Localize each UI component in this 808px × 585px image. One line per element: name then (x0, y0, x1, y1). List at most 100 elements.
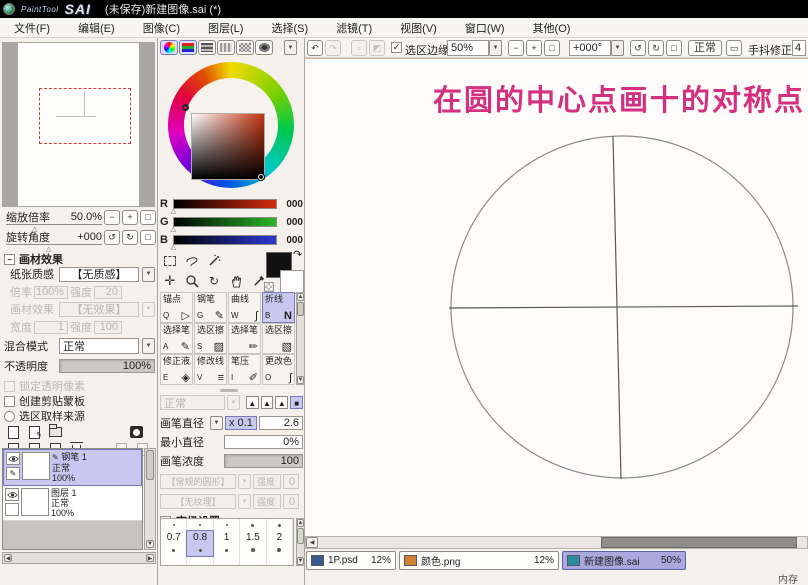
zoom-level-value[interactable]: 50% (447, 40, 489, 56)
brush-blend-mode-select[interactable]: 正常 (160, 395, 225, 410)
nav-rotate-reset-button[interactable]: □ (140, 230, 156, 245)
transparent-color-toggle[interactable] (264, 282, 274, 292)
brush-shape-strength-value[interactable]: 0 (283, 474, 299, 489)
layer-visibility-toggle[interactable] (6, 452, 20, 465)
menu-item-view[interactable]: 视图(V) (386, 18, 451, 38)
rotate-ccw-button[interactable]: ↺ (630, 40, 646, 56)
menu-item-image[interactable]: 图像(C) (129, 18, 194, 38)
canvas-viewport[interactable]: 在圆的中心点画十的对称点 (305, 58, 808, 536)
tool-curve[interactable]: 曲线W∫ (228, 292, 261, 323)
menu-item-layer[interactable]: 图层(L) (194, 18, 257, 38)
canvas-hscrollbar[interactable]: ◀ (305, 536, 808, 549)
tab-1p-psd[interactable]: 1P.psd 12% (306, 551, 396, 570)
menu-item-filter[interactable]: 滤镜(T) (322, 18, 386, 38)
layer-row-layer1[interactable]: 图层 1 正常 100% (3, 486, 142, 521)
effect-width-value[interactable]: 1 (34, 321, 68, 334)
nav-zoom-reset-button[interactable]: □ (140, 210, 156, 225)
nav-rotate-cw-button[interactable]: ↻ (122, 230, 138, 245)
size-preset-2[interactable]: 2 (267, 519, 293, 565)
menu-item-edit[interactable]: 编辑(E) (64, 18, 129, 38)
invert-selection-button[interactable]: ◩ (369, 40, 385, 56)
canvas-effect-dropdown-icon[interactable]: ▼ (142, 302, 155, 317)
tool-edit-line[interactable]: 修改线V≡ (194, 354, 227, 385)
paper-texture-select[interactable]: 【无质感】 (59, 267, 139, 282)
brush-shape-select[interactable]: 【常规的圆形】 (160, 474, 236, 489)
brush-edge-flat-button[interactable]: ■ (290, 396, 303, 409)
tool-select-eraser-2[interactable]: 选区擦▧ (262, 323, 295, 354)
paper-texture-dropdown-icon[interactable]: ▼ (142, 267, 155, 282)
nav-zoom-out-button[interactable]: − (104, 210, 120, 225)
rgb-slider-tab[interactable] (179, 40, 197, 55)
paper-scale-value[interactable]: 100% (34, 286, 68, 299)
deselect-button[interactable]: ▫ (351, 40, 367, 56)
rotate-view-tool[interactable]: ↻ (204, 272, 224, 290)
move-tool[interactable]: ✛ (160, 272, 180, 290)
tool-select-eraser[interactable]: 选区擦S▨ (194, 323, 227, 354)
new-layer-button[interactable] (4, 424, 22, 440)
rotate-reset-button[interactable]: □ (666, 40, 682, 56)
color-panel-menu-icon[interactable]: ▼ (284, 40, 297, 55)
hsv-slider-tab[interactable] (198, 40, 216, 55)
magic-wand-tool[interactable] (204, 252, 224, 270)
layer-visibility-toggle[interactable] (5, 488, 19, 501)
new-layer-folder-button[interactable] (46, 424, 64, 440)
undo-button[interactable]: ↶ (307, 40, 323, 56)
background-color-swatch[interactable] (280, 270, 304, 294)
layer-row-linework[interactable]: ✎ ✎ 钢笔 1 正常 100% (3, 449, 142, 486)
tab-xinjian-tuxiang-sai[interactable]: 新建图像.sai 50% (562, 551, 686, 570)
tab-yanse-png[interactable]: 颜色.png 12% (399, 551, 559, 570)
new-linework-layer-button[interactable]: ✎ (25, 424, 43, 440)
lasso-tool[interactable] (182, 252, 202, 270)
tool-change-color[interactable]: 更改色O∫ (262, 354, 295, 385)
menu-item-window[interactable]: 窗口(W) (451, 18, 519, 38)
brush-edge-hard-button[interactable]: ▲ (246, 396, 259, 409)
blend-mode-select[interactable]: 正常 (59, 338, 139, 354)
material-collapse-button[interactable]: − (4, 254, 15, 265)
size-presets-scrollbar[interactable]: ▲ ▼ (296, 518, 305, 566)
color-wheel-tab[interactable] (160, 40, 178, 55)
selection-source-radio[interactable] (4, 411, 15, 422)
brush-density-slider[interactable]: 100 (224, 454, 303, 468)
redo-button[interactable]: ↷ (325, 40, 341, 56)
tool-grid-scrollbar[interactable]: ▲ ▼ (296, 292, 305, 385)
rotate-cw-button[interactable]: ↻ (648, 40, 664, 56)
blend-mode-dropdown-icon[interactable]: ▼ (142, 338, 155, 354)
saturation-value-square[interactable] (191, 113, 265, 180)
selection-edge-checkbox[interactable]: ✓ (391, 42, 402, 53)
rotation-angle-dropdown-icon[interactable]: ▼ (611, 40, 624, 56)
layer-list-hscrollbar[interactable]: ◀ ▶ (2, 552, 156, 564)
brush-size-value[interactable]: 2.6 (259, 416, 303, 430)
color-wheel[interactable] (158, 58, 305, 194)
zoom-in-button[interactable]: + (526, 40, 542, 56)
size-preset-0.7[interactable]: 0.7 (161, 519, 187, 565)
layer-mask-button[interactable] (127, 424, 145, 440)
nav-zoom-in-button[interactable]: + (122, 210, 138, 225)
zoom-out-button[interactable]: − (508, 40, 524, 56)
menu-item-file[interactable]: 文件(F) (0, 18, 64, 38)
rotation-angle-value[interactable]: +000° (569, 40, 611, 56)
lock-alpha-checkbox[interactable] (4, 381, 15, 392)
paper-strength-value[interactable]: 20 (94, 286, 122, 299)
zoom-reset-button[interactable]: □ (544, 40, 560, 56)
menu-item-others[interactable]: 其他(O) (519, 18, 585, 38)
brush-texture-strength-value[interactable]: 0 (283, 494, 299, 509)
canvas-effect-select[interactable]: 【无效果】 (59, 302, 139, 317)
tool-select-pen-2[interactable]: 选择笔✏ (228, 323, 261, 354)
clipping-mask-checkbox[interactable] (4, 396, 15, 407)
b-slider[interactable]: △ (173, 235, 277, 245)
brush-shape-dropdown-icon[interactable]: ▼ (238, 474, 251, 489)
canvas-hscroll-thumb[interactable] (601, 537, 797, 548)
tool-polyline[interactable]: 折线BN (262, 292, 295, 323)
menu-item-select[interactable]: 选择(S) (257, 18, 322, 38)
min-size-value[interactable]: 0% (224, 435, 303, 449)
scratchpad-tab[interactable] (255, 40, 273, 55)
nav-rotate-ccw-button[interactable]: ↺ (104, 230, 120, 245)
r-slider[interactable]: △ (173, 199, 277, 209)
brush-edge-soft-button[interactable]: ▲ (275, 396, 288, 409)
flip-view-button[interactable]: ▭ (726, 40, 742, 56)
layer-list-vscrollbar[interactable]: ▼ (144, 448, 156, 550)
brush-blend-dropdown-icon[interactable]: ▼ (227, 395, 240, 410)
brush-edge-mid-button[interactable]: ▲ (261, 396, 274, 409)
zoom-level-dropdown-icon[interactable]: ▼ (489, 40, 502, 56)
tool-pressure[interactable]: 笔压I✐ (228, 354, 261, 385)
